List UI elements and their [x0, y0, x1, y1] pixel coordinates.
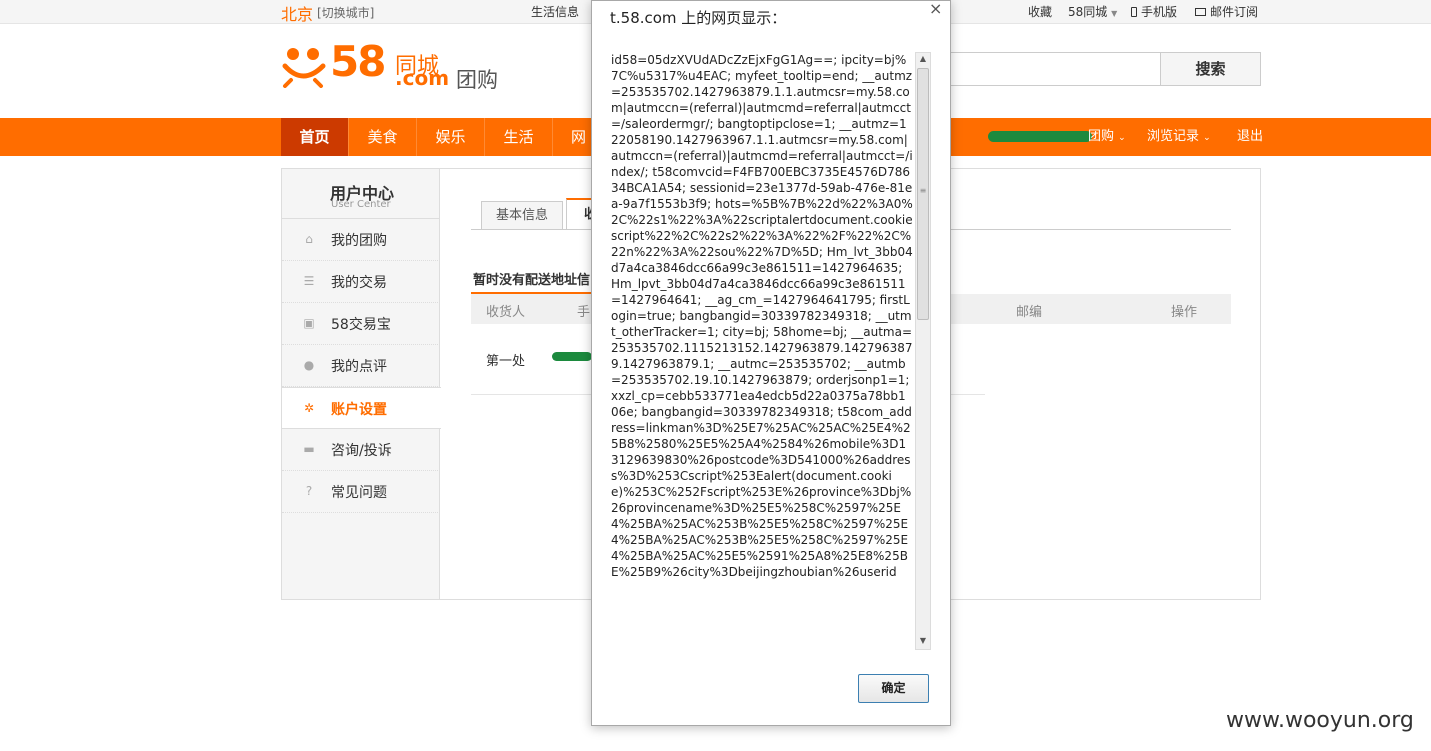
- city58-label: 58同城: [1068, 5, 1108, 19]
- message-icon: ▬: [303, 442, 315, 456]
- sidebar-item-label: 58交易宝: [331, 317, 391, 333]
- my-tuangou-label: 团购: [1088, 129, 1115, 144]
- switch-city-link[interactable]: [切换城市]: [317, 4, 374, 21]
- chevron-down-icon: ⌄: [1203, 133, 1211, 143]
- mail-subscribe-link[interactable]: 邮件订阅: [1195, 3, 1258, 20]
- logo-number: 58: [330, 37, 386, 86]
- sidebar-item-account-settings[interactable]: ✲ 账户设置: [282, 387, 441, 429]
- nav-entertainment[interactable]: 娱乐: [417, 118, 485, 156]
- history-label: 浏览记录: [1147, 129, 1200, 144]
- nav-home[interactable]: 首页: [281, 118, 349, 156]
- sidebar-item-complaints[interactable]: ▬ 咨询/投诉: [282, 429, 440, 471]
- tab-basic-info[interactable]: 基本信息: [481, 201, 563, 229]
- sidebar-item-label: 我的团购: [331, 233, 387, 249]
- no-address-notice: 暂时没有配送地址信: [473, 273, 591, 288]
- table-row-receiver: 第一处: [486, 354, 526, 369]
- chevron-down-icon: ⌄: [1118, 133, 1126, 143]
- sidebar-item-label: 账户设置: [331, 402, 387, 418]
- sidebar-item-faq[interactable]: ? 常见问题: [282, 471, 440, 513]
- scroll-down-icon[interactable]: ▼: [916, 636, 930, 645]
- scroll-up-icon[interactable]: ▲: [916, 54, 930, 63]
- close-icon[interactable]: ×: [929, 0, 942, 18]
- mobile-link[interactable]: 手机版: [1131, 3, 1177, 20]
- sidebar-item-my-tuangou[interactable]: ⌂ 我的团购: [282, 219, 440, 261]
- mail-icon: [1195, 8, 1206, 16]
- ok-button[interactable]: 确定: [858, 674, 929, 703]
- product-name: 团购: [456, 68, 498, 92]
- sidebar-item-58pay[interactable]: ▣ 58交易宝: [282, 303, 440, 345]
- sidebar-subtitle: User Center: [331, 199, 391, 210]
- redacted-phone: [552, 352, 592, 361]
- my-tuangou-menu[interactable]: 团购 ⌄: [1088, 118, 1126, 156]
- dialog-message: id58=05dzXVUdADcZzEjxFgG1Ag==; ipcity=bj…: [611, 53, 913, 579]
- favorite-link[interactable]: 收藏: [1028, 3, 1052, 20]
- col-receiver: 收货人: [486, 305, 526, 320]
- nav-web[interactable]: 网: [553, 118, 591, 156]
- sidebar-item-label: 咨询/投诉: [331, 443, 392, 459]
- city58-menu[interactable]: 58同城 ▼: [1068, 3, 1117, 20]
- sidebar-item-my-reviews[interactable]: ● 我的点评: [282, 345, 440, 387]
- logo-com: .com: [395, 66, 450, 90]
- history-menu[interactable]: 浏览记录 ⌄: [1147, 118, 1211, 156]
- sidebar-item-label: 常见问题: [331, 485, 387, 501]
- gear-icon: ✲: [303, 401, 315, 415]
- search-button[interactable]: 搜索: [1160, 52, 1261, 86]
- home-icon: ⌂: [305, 232, 313, 246]
- mail-label: 邮件订阅: [1210, 5, 1259, 19]
- search-input[interactable]: [940, 52, 1162, 86]
- life-info-link[interactable]: 生活信息: [531, 3, 579, 20]
- redacted-username: [988, 131, 1092, 142]
- nav-life[interactable]: 生活: [485, 118, 553, 156]
- logo-icon[interactable]: [281, 42, 327, 88]
- nav-food[interactable]: 美食: [349, 118, 417, 156]
- logout-link[interactable]: 退出: [1237, 118, 1263, 156]
- phone-icon: [1131, 7, 1137, 17]
- col-zip: 邮编: [1016, 305, 1043, 320]
- question-icon: ?: [305, 484, 313, 498]
- sidebar-item-label: 我的交易: [331, 275, 387, 291]
- col-action: 操作: [1171, 305, 1198, 320]
- caret-down-icon: ▼: [1111, 9, 1118, 18]
- comment-icon: ●: [303, 358, 315, 372]
- col-phone: 手: [577, 305, 591, 320]
- sidebar-item-label: 我的点评: [331, 359, 387, 375]
- dialog-title: t.58.com 上的网页显示：: [610, 9, 787, 27]
- mobile-label: 手机版: [1141, 5, 1178, 19]
- grip-icon: ≡: [919, 186, 927, 195]
- list-icon: ☰: [303, 274, 315, 288]
- watermark: www.wooyun.org: [1226, 708, 1414, 733]
- sidebar-item-my-trades[interactable]: ☰ 我的交易: [282, 261, 440, 303]
- current-city: 北京: [281, 5, 314, 24]
- wallet-icon: ▣: [303, 316, 315, 330]
